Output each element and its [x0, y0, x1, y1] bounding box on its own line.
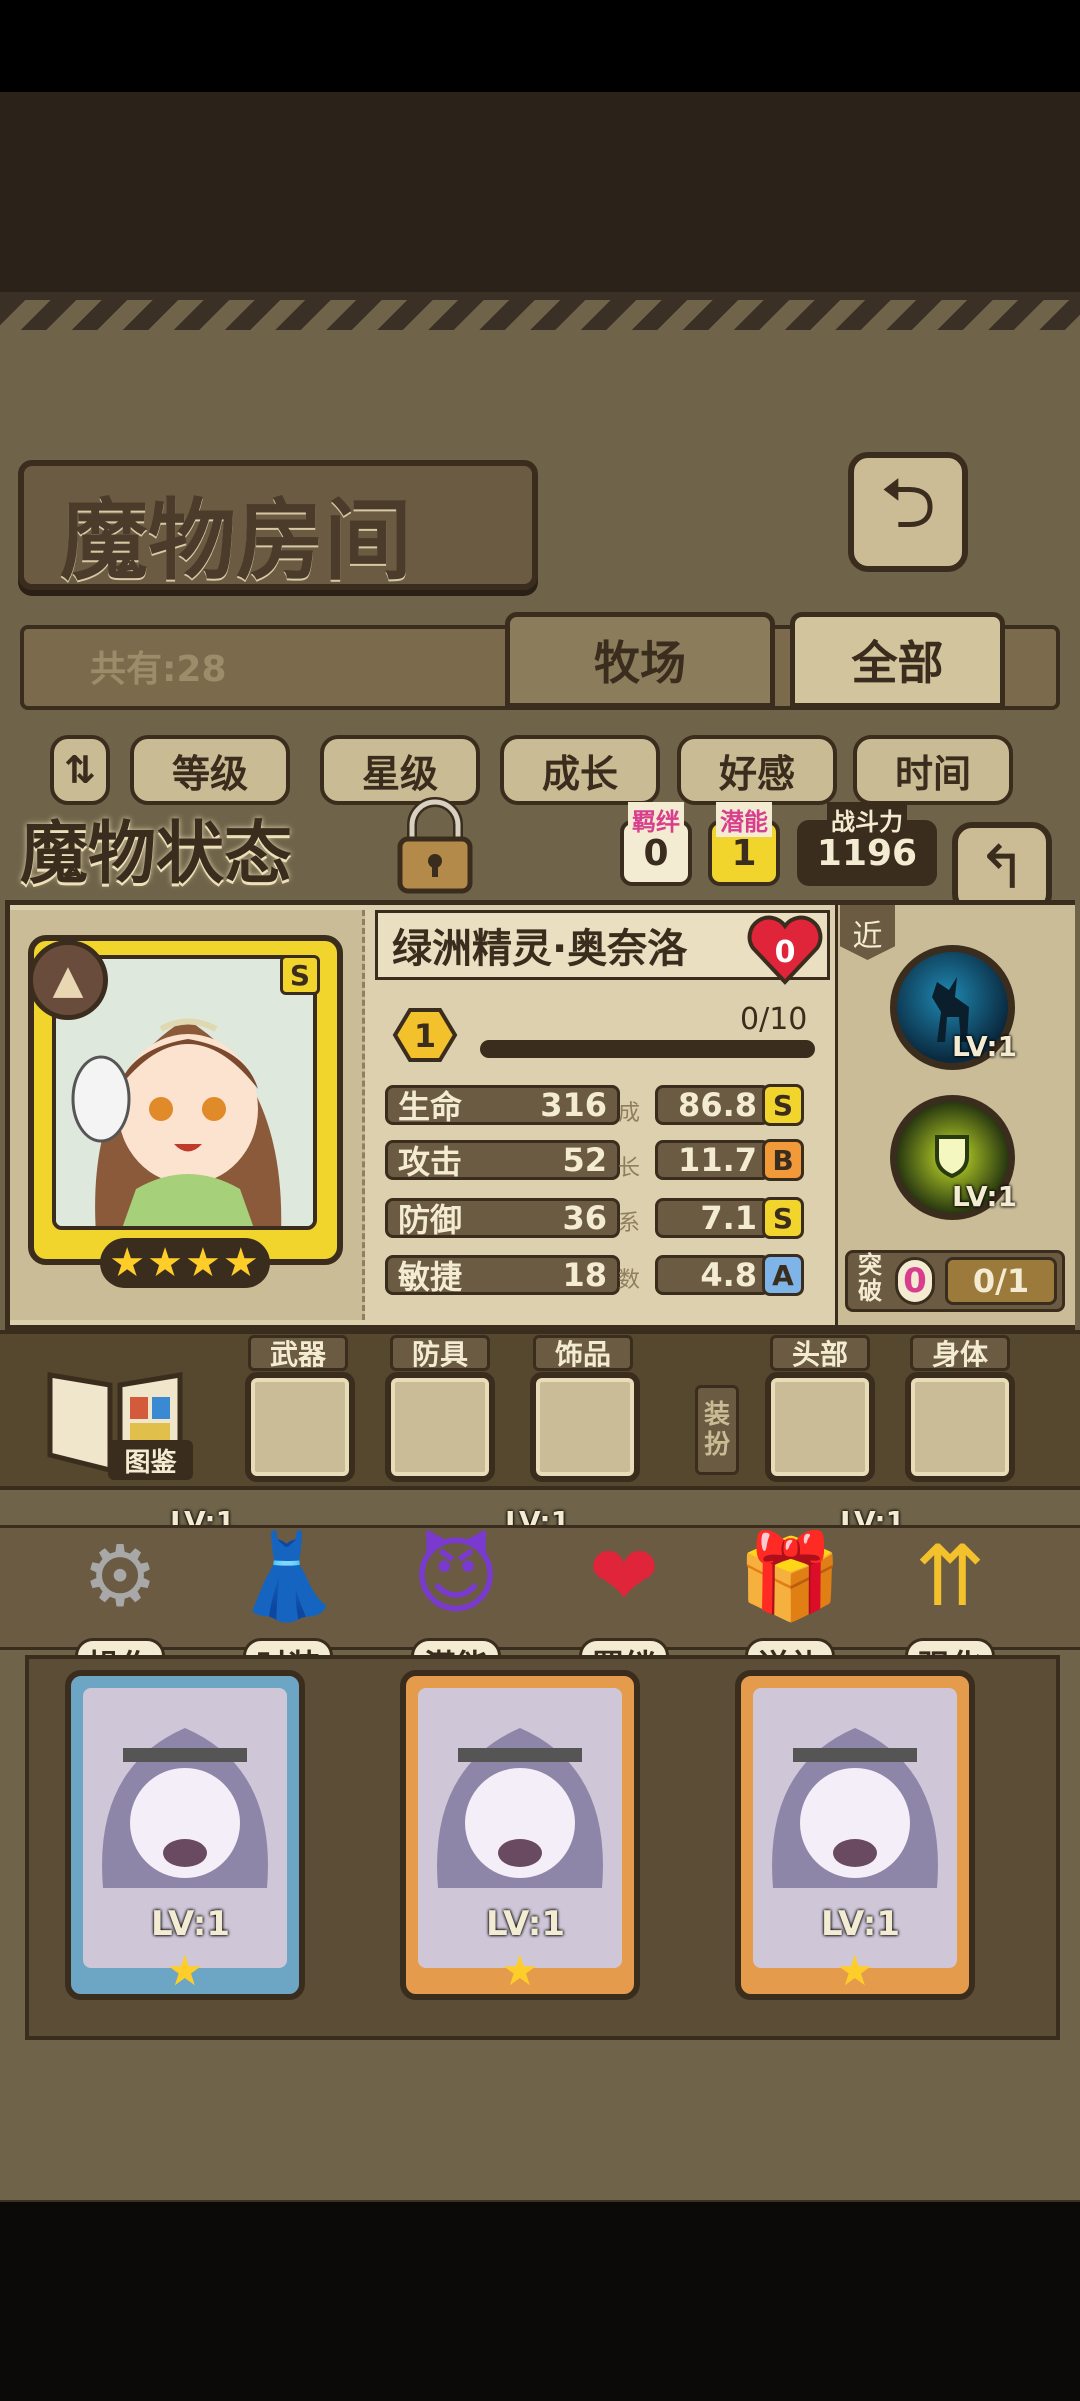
- return-arrow-icon: ↰: [976, 833, 1028, 903]
- skill-level: LV:1: [952, 1180, 1018, 1213]
- return-arrow-icon: ⮌: [879, 461, 937, 544]
- star-icon: ★: [836, 1946, 874, 1995]
- bond-value: 0: [643, 832, 669, 874]
- tab-ranch[interactable]: 牧场: [505, 612, 775, 708]
- card-level: LV:1: [151, 1904, 231, 1944]
- affection-heart-icon[interactable]: 0: [745, 910, 825, 990]
- potential-caption: 潜能: [716, 802, 772, 837]
- slot-label-accessory: 饰品: [533, 1335, 633, 1371]
- star-icon: ★: [501, 1946, 539, 1995]
- stat-value: 36: [562, 1199, 607, 1237]
- breakthrough-label-bottom: 破: [858, 1277, 882, 1305]
- stat-value: 316: [540, 1086, 607, 1124]
- exp-text: 0/10: [740, 1002, 808, 1037]
- stat-label: 防御: [398, 1201, 463, 1239]
- breakthrough-count: 0: [895, 1257, 935, 1305]
- power-value: 1196: [816, 832, 918, 874]
- stat-value: 52: [562, 1141, 607, 1179]
- tab-all[interactable]: 全部: [790, 612, 1005, 708]
- growth-defense: 7.1: [655, 1198, 770, 1238]
- sort-toggle-icon: ⇅: [64, 748, 96, 792]
- star-icon: ★: [166, 1946, 204, 1995]
- deer-skill-icon[interactable]: LV:1: [890, 945, 1018, 1070]
- demon-icon: 😈: [412, 1527, 500, 1625]
- level-value: 1: [414, 1017, 436, 1055]
- sort-affection-button[interactable]: 好感: [677, 735, 837, 805]
- gift-icon: 🎁: [737, 1526, 843, 1625]
- codex-label[interactable]: 图鉴: [108, 1440, 193, 1480]
- armor-slot[interactable]: [385, 1372, 495, 1482]
- potential-value: 1: [731, 832, 757, 874]
- dress-label-bottom: 扮: [703, 1430, 730, 1460]
- body-slot[interactable]: [905, 1372, 1015, 1482]
- rank-badge: S: [280, 955, 320, 995]
- card-level: LV:1: [486, 1904, 566, 1944]
- grade-badge: A: [762, 1254, 804, 1296]
- breakthrough-progress[interactable]: 0/1: [945, 1257, 1057, 1305]
- slot-label-weapon: 武器: [248, 1335, 348, 1371]
- sort-level-button[interactable]: 等级: [130, 735, 290, 805]
- stat-label: 生命: [398, 1088, 463, 1126]
- monster-list-card[interactable]: LV:1 ★: [65, 1670, 305, 2000]
- power-caption: 战斗力: [827, 802, 907, 837]
- stat-agility: 敏捷 18: [385, 1255, 620, 1296]
- accessory-slot[interactable]: [530, 1372, 640, 1482]
- navigation-bar: [0, 2202, 1080, 2401]
- map-banner: [0, 92, 1080, 292]
- potential-counter: 潜能 1: [708, 802, 780, 886]
- exp-bar: [480, 1040, 815, 1058]
- stat-attack: 攻击 52: [385, 1140, 620, 1181]
- bond-counter: 羁绊 0: [620, 802, 692, 886]
- growth-caption: 数: [617, 1268, 640, 1293]
- stat-hp: 生命 316: [385, 1085, 620, 1126]
- growth-agility: 4.8: [655, 1255, 770, 1295]
- head-slot[interactable]: [765, 1372, 875, 1482]
- monster-list-card[interactable]: LV:1 ★: [735, 1670, 975, 2000]
- power-counter: 战斗力 1196: [797, 802, 937, 886]
- grade-badge: B: [762, 1139, 804, 1181]
- upgrade-arrows-icon: ⇈: [914, 1527, 986, 1625]
- stat-value: 18: [562, 1256, 607, 1294]
- back-button[interactable]: ⮌: [848, 452, 968, 572]
- weapon-slot[interactable]: [245, 1372, 355, 1482]
- stat-label: 攻击: [398, 1143, 463, 1181]
- shield-skill-icon[interactable]: LV:1: [890, 1095, 1018, 1220]
- sort-order-button[interactable]: ⇅: [50, 735, 110, 805]
- status-bar: [0, 0, 1080, 92]
- slot-label-head: 头部: [770, 1335, 870, 1371]
- breakthrough-label-top: 突: [858, 1251, 882, 1279]
- sort-time-button[interactable]: 时间: [853, 735, 1013, 805]
- stat-label: 敏捷: [398, 1258, 463, 1296]
- status-title: 魔物状态: [20, 814, 293, 894]
- growth-attack: 11.7: [655, 1140, 770, 1180]
- grade-badge: S: [762, 1084, 804, 1126]
- zigzag-border: [0, 300, 1080, 360]
- page-title: 魔物房间: [60, 488, 413, 592]
- growth-caption: 系: [617, 1211, 640, 1236]
- slot-label-body: 身体: [910, 1335, 1010, 1371]
- hearts-icon: ❤: [588, 1527, 660, 1625]
- dress-label-top: 装: [703, 1400, 730, 1430]
- stat-defense: 防御 36: [385, 1198, 620, 1239]
- dress-up-button[interactable]: 装 扮: [695, 1385, 739, 1475]
- affection-value: 0: [775, 935, 796, 970]
- grade-badge: S: [762, 1197, 804, 1239]
- slot-label-armor: 防具: [390, 1335, 490, 1371]
- monster-list-card[interactable]: LV:1 ★: [400, 1670, 640, 2000]
- growth-hp: 86.8: [655, 1085, 770, 1125]
- element-badge-icon: ▲: [28, 940, 108, 1020]
- outfit-icon: 👗: [235, 1526, 341, 1625]
- monster-count: 共有:28: [90, 649, 227, 690]
- level-badge-icon: 1: [392, 1008, 458, 1062]
- card-level: LV:1: [821, 1904, 901, 1944]
- star-rating: ★★★★: [100, 1238, 270, 1288]
- breakthrough-label: 突 破: [850, 1252, 890, 1304]
- skill-level: LV:1: [952, 1030, 1018, 1063]
- lock-icon[interactable]: [390, 795, 480, 895]
- growth-caption: 成: [617, 1101, 640, 1126]
- sort-growth-button[interactable]: 成长: [500, 735, 660, 805]
- bond-caption: 羁绊: [628, 802, 684, 837]
- gear-icon: ⚙: [82, 1527, 158, 1625]
- growth-caption: 长: [617, 1156, 640, 1181]
